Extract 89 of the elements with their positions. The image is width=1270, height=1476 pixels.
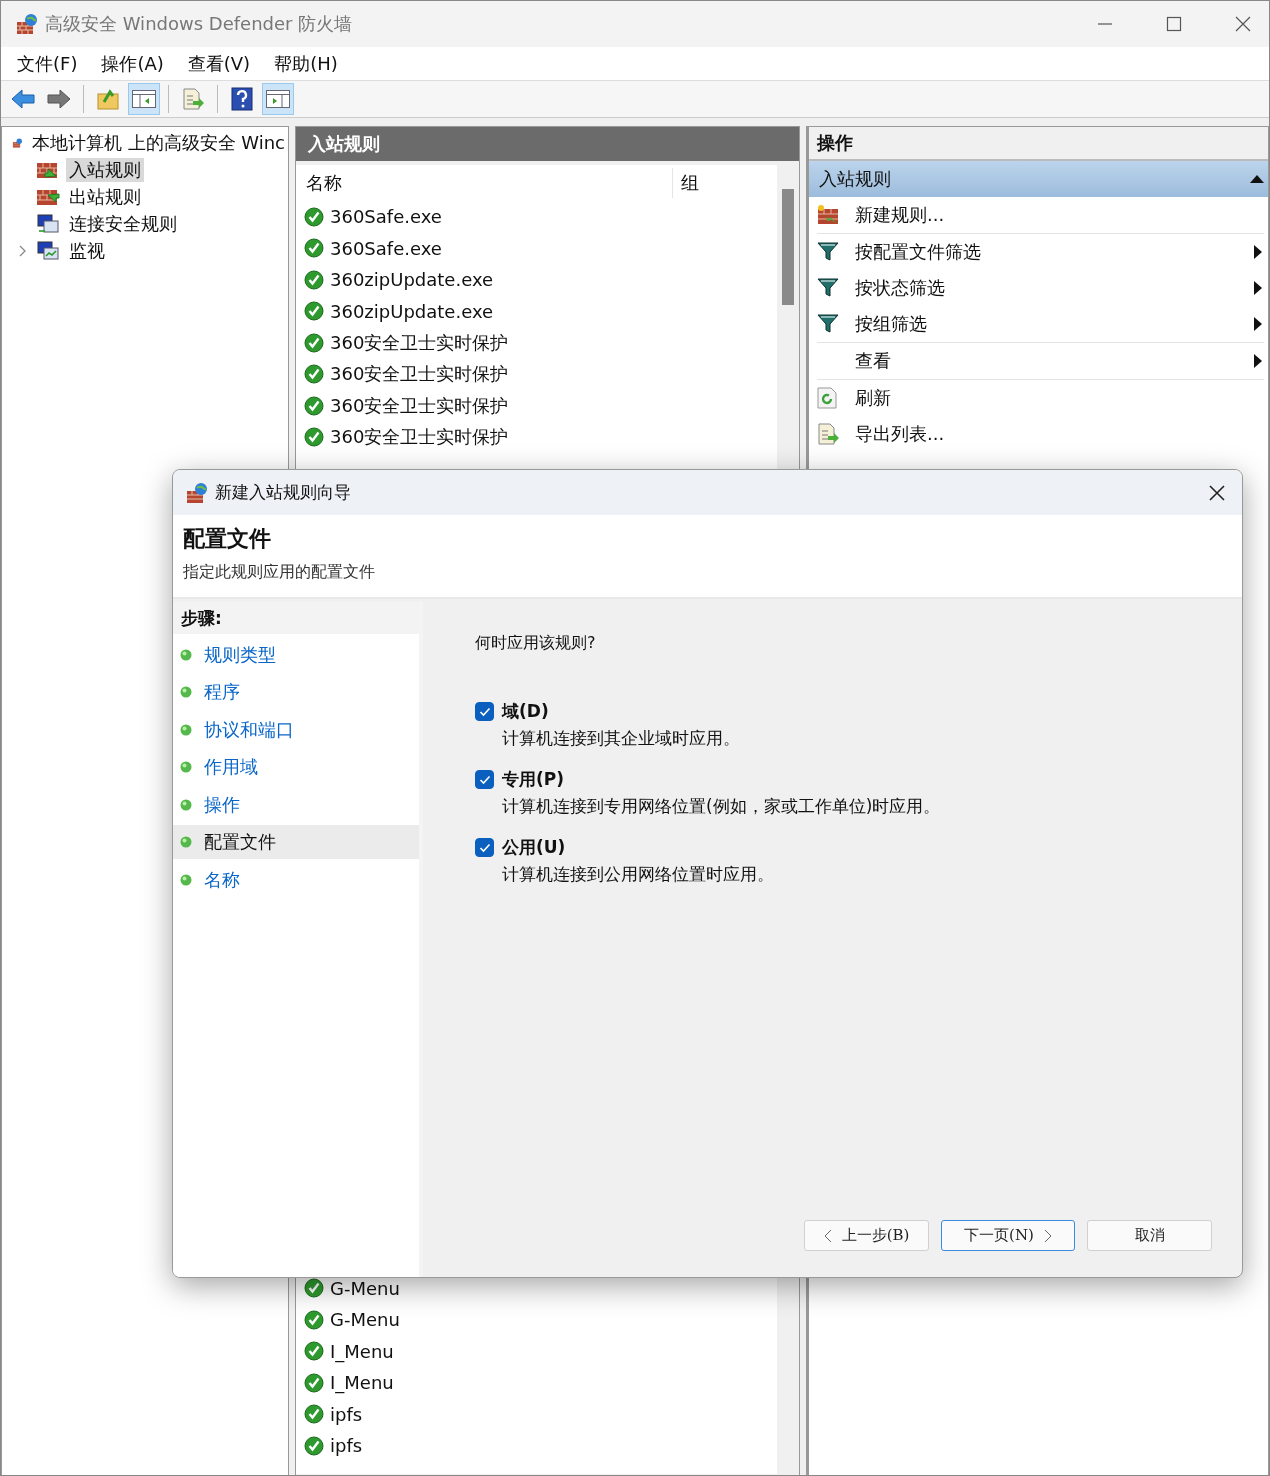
rule-name[interactable]: 360安全卫士实时保护 [330, 393, 509, 418]
page-heading: 配置文件 [183, 524, 272, 553]
action-item[interactable]: 按组筛选 [855, 312, 1254, 336]
maximize-icon[interactable] [1166, 16, 1182, 32]
rule-name[interactable]: 360安全卫士实时保护 [330, 362, 509, 387]
expand-chevron-icon[interactable] [19, 244, 27, 257]
menu-item[interactable]: 帮助(H) [274, 51, 338, 76]
dialog-title: 新建入站规则向导 [215, 481, 351, 504]
export-icon [817, 423, 841, 445]
check-icon [478, 774, 491, 785]
dot-icon [180, 836, 192, 848]
close-icon[interactable] [1235, 16, 1251, 32]
filter-icon [817, 242, 839, 262]
column-header[interactable]: 名称 [296, 168, 673, 198]
action-item[interactable]: 按配置文件筛选 [855, 240, 1254, 264]
tree-item[interactable]: 本地计算机 上的高级安全 Winc [28, 130, 288, 155]
menu-item[interactable]: 文件(F) [17, 51, 78, 76]
check-icon [478, 706, 491, 717]
checkbox[interactable] [475, 770, 494, 789]
dot-icon [180, 648, 192, 661]
dot-icon [180, 686, 192, 698]
page-subheading: 指定此规则应用的配置文件 [183, 562, 376, 583]
action-item[interactable]: 刷新 [855, 386, 1262, 410]
tree-item[interactable]: 入站规则 [66, 157, 144, 182]
toolbar-button[interactable] [128, 83, 160, 115]
checkbox-label[interactable]: 域(D) [502, 700, 740, 723]
toolbar-button[interactable] [262, 83, 294, 115]
action-item[interactable]: 导出列表... [855, 422, 1262, 446]
tree-item[interactable]: 连接安全规则 [66, 211, 180, 236]
option-description: 计算机连接到其企业域时应用。 [502, 727, 740, 750]
action-item[interactable]: 新建规则... [855, 203, 1262, 227]
steps-title: 步骤: [181, 606, 222, 630]
step-item[interactable]: 规则类型 [173, 637, 419, 672]
dot-icon [180, 873, 192, 886]
menu-item[interactable]: 查看(V) [187, 51, 251, 76]
question-text: 何时应用该规则? [475, 633, 597, 654]
dot-icon [180, 761, 192, 773]
rule-name[interactable]: I_Menu [330, 1340, 394, 1362]
section-header[interactable]: 入站规则 [809, 161, 1268, 197]
option-description: 计算机连接到公用网络位置时应用。 [502, 863, 774, 886]
check-icon [478, 842, 491, 853]
column-header[interactable]: 组 [673, 171, 699, 195]
rule-name[interactable]: 360安全卫士实时保护 [330, 425, 509, 450]
dot-icon [180, 723, 192, 736]
computer-icon [36, 239, 60, 262]
option-description: 计算机连接到专用网络位置(例如，家或工作单位)时应用。 [502, 795, 941, 818]
checkbox-label[interactable]: 公用(U) [502, 836, 774, 859]
brick-wall-icon [817, 204, 841, 226]
firewall-icon [185, 480, 209, 505]
pane-title: 入站规则 [308, 132, 380, 156]
window-title: 高级安全 Windows Defender 防火墙 [45, 12, 353, 36]
close-icon[interactable] [1208, 483, 1226, 502]
rule-name[interactable]: 360zipUpdate.exe [330, 300, 494, 322]
rule-name[interactable]: ipfs [330, 1435, 363, 1457]
checkbox[interactable] [475, 838, 494, 857]
filter-icon [817, 314, 839, 334]
dialog-button[interactable]: 取消 [1087, 1220, 1212, 1251]
step-item[interactable]: 作用域 [173, 750, 419, 784]
rule-name[interactable]: G-Menu [330, 1277, 400, 1299]
checkbox[interactable] [475, 702, 494, 721]
pane-title: 操作 [817, 131, 853, 155]
rule-name[interactable]: I_Menu [330, 1372, 394, 1394]
tree-item[interactable]: 监视 [66, 238, 108, 263]
tree-item[interactable]: 出站规则 [66, 184, 144, 209]
collapse-icon[interactable] [1250, 175, 1264, 183]
step-item[interactable]: 配置文件 [173, 825, 419, 859]
step-item[interactable]: 名称 [173, 862, 419, 897]
dot-icon [180, 798, 192, 811]
action-item[interactable]: 查看 [855, 349, 1254, 373]
step-item[interactable]: 操作 [173, 787, 419, 822]
chevron-right-icon [1043, 1228, 1052, 1243]
checkbox-label[interactable]: 专用(P) [502, 768, 941, 791]
rule-name[interactable]: 360安全卫士实时保护 [330, 330, 509, 355]
firewall-icon [15, 12, 39, 36]
dialog-button[interactable]: 下一页(N) [941, 1220, 1075, 1251]
rule-name[interactable]: 360zipUpdate.exe [330, 269, 494, 291]
computer-icon [36, 212, 60, 235]
rule-name[interactable]: 360Safe.exe [330, 206, 442, 228]
rule-name[interactable]: 360Safe.exe [330, 237, 442, 259]
dialog-button[interactable]: 上一步(B) [804, 1220, 929, 1251]
step-item[interactable]: 程序 [173, 675, 419, 709]
chevron-left-icon [823, 1228, 832, 1243]
menu-item[interactable]: 操作(A) [101, 51, 164, 76]
step-item[interactable]: 协议和端口 [173, 712, 419, 747]
rule-name[interactable]: G-Menu [330, 1309, 400, 1331]
refresh-icon [817, 387, 837, 409]
action-item[interactable]: 按状态筛选 [855, 276, 1254, 300]
filter-icon [817, 278, 839, 298]
rule-name[interactable]: ipfs [330, 1403, 363, 1425]
